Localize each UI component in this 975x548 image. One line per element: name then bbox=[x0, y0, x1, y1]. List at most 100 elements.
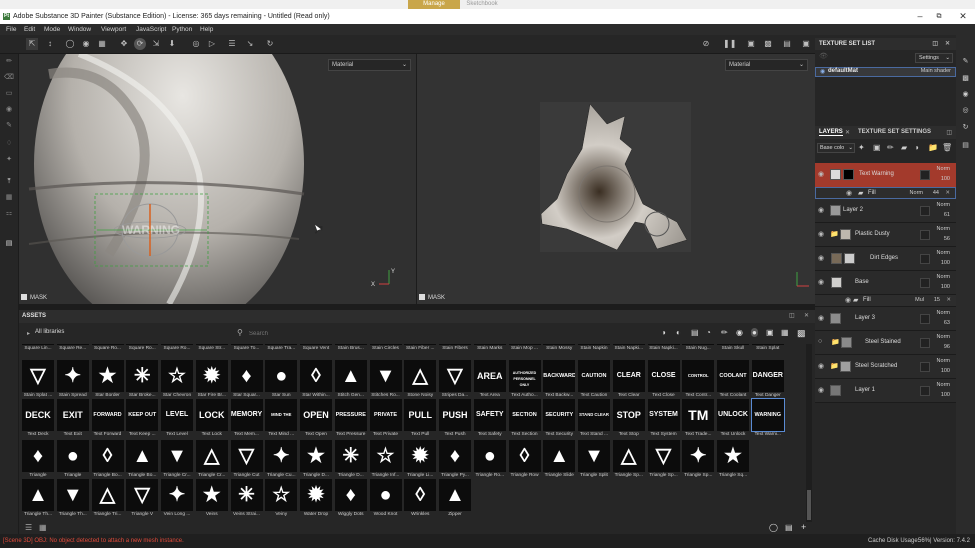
scale-icon[interactable]: ⇲ bbox=[150, 38, 162, 50]
asset-tile[interactable]: ▬Square Lin... bbox=[22, 344, 54, 352]
asset-tile[interactable]: KEEP OUT Text Keep ... bbox=[126, 399, 159, 438]
layer-row[interactable]: ◉ Layer 1 Norm 100 bbox=[815, 379, 956, 403]
asset-tile[interactable]: ▬Stain Nug... bbox=[682, 344, 715, 352]
layer-row[interactable]: ◉ Layer 3 Norm 63 bbox=[815, 307, 956, 331]
asset-tile[interactable]: ▼ Stitches Ro... bbox=[369, 360, 402, 399]
film-icon[interactable]: ▤ bbox=[781, 38, 793, 50]
asset-tile[interactable]: ✹ Star Fire Br... bbox=[195, 360, 228, 399]
asset-tile[interactable]: ▽ Triangle Cut bbox=[230, 440, 263, 479]
asset-tile[interactable]: △ Triangle Cr... bbox=[195, 440, 228, 479]
shader-settings-icon[interactable]: ◎ bbox=[961, 106, 970, 115]
layer-blend-mode[interactable]: Mul bbox=[915, 297, 924, 303]
tree-view-icon[interactable]: ▦ bbox=[39, 523, 47, 532]
layer-row[interactable]: ◉ Dirt Edges Norm 100 bbox=[815, 247, 956, 271]
asset-tile[interactable]: PRESSURE Text Pressure bbox=[334, 399, 367, 438]
asset-tile[interactable]: ▽ Triangle V bbox=[126, 479, 159, 518]
cube-icon[interactable]: ▩ bbox=[762, 38, 774, 50]
view-mode-icon[interactable]: ▩ bbox=[797, 328, 806, 339]
layer-blend-mode[interactable]: Norm bbox=[937, 382, 950, 388]
remove-effect-icon[interactable]: ✕ bbox=[946, 297, 951, 303]
asset-tile[interactable]: ☆ Star Chevron bbox=[161, 360, 193, 399]
asset-tile[interactable]: ▬Square Vent bbox=[300, 344, 332, 352]
layer-opacity[interactable]: 15 bbox=[934, 297, 940, 303]
layer-row[interactable]: ◉ 📁 Plastic Dusty Norm 56 bbox=[815, 223, 956, 247]
asset-tile[interactable]: ▬Stain Fibers bbox=[439, 344, 471, 352]
smudge-icon[interactable]: ✎ bbox=[3, 120, 15, 132]
assets-scrollbar[interactable] bbox=[806, 344, 812, 522]
layer-row[interactable]: ◉ Layer 2 Norm 61 bbox=[815, 199, 956, 223]
asset-tile[interactable]: MIND THE STEPText Mind ... bbox=[265, 399, 298, 438]
asset-tile[interactable]: ▬Square Str... bbox=[195, 344, 228, 352]
asset-tile[interactable]: ● Wood Knot bbox=[369, 479, 402, 518]
layers-icon[interactable]: ◯ bbox=[64, 38, 76, 50]
viewport2d-mask-toggle[interactable]: MASK bbox=[419, 294, 445, 301]
asset-tile[interactable]: ▬Stain Mossy bbox=[543, 344, 576, 352]
layer-visibility-eye-icon[interactable]: ◉ bbox=[818, 254, 826, 262]
asset-tile[interactable]: COOLANT Text Coolant bbox=[717, 360, 749, 399]
layer-visibility-eye-icon[interactable]: ◉ bbox=[818, 170, 826, 178]
float-icon[interactable]: ◫ bbox=[932, 38, 938, 50]
camera-icon[interactable]: ◉ bbox=[80, 38, 92, 50]
layer-opacity[interactable]: 100 bbox=[941, 284, 950, 290]
layer-blend-mode[interactable]: Norm bbox=[937, 226, 950, 232]
layer-opacity[interactable]: 61 bbox=[944, 212, 950, 218]
display-settings-icon[interactable]: ◉ bbox=[961, 90, 970, 99]
asset-tile[interactable]: ▬Stain Brus... bbox=[334, 344, 367, 352]
smart-mask-icon[interactable]: ◑ bbox=[914, 143, 919, 152]
asset-tile[interactable]: STAND CLEAR Text Stand ... bbox=[578, 399, 610, 438]
document-icon[interactable]: ▤ bbox=[3, 238, 15, 250]
fill-layer-icon[interactable]: ▰ bbox=[901, 143, 907, 152]
layer-mask-slot[interactable] bbox=[920, 314, 930, 324]
close-icon[interactable]: ✕ bbox=[945, 38, 950, 50]
render-mode-icon[interactable]: ▣ bbox=[745, 38, 757, 50]
snap-icon[interactable]: ↘ bbox=[244, 38, 256, 50]
projection-icon[interactable]: ▭ bbox=[3, 88, 15, 100]
layer-blend-mode[interactable]: Norm bbox=[937, 334, 950, 340]
layer-visibility-eye-icon[interactable]: ◉ bbox=[846, 189, 854, 197]
layer-visibility-eye-icon[interactable]: ○ bbox=[818, 338, 826, 345]
asset-tile[interactable]: ♦ Wiggly Dots bbox=[334, 479, 367, 518]
layer-mask-slot[interactable] bbox=[920, 386, 930, 396]
folder-icon[interactable]: 📁 bbox=[928, 143, 938, 152]
layer-row[interactable]: ○ 📁 Steel Stained Norm 96 bbox=[815, 331, 956, 355]
list-settings-icon[interactable]: ☰ bbox=[25, 523, 32, 532]
texture-set-icon[interactable]: ▩ bbox=[961, 74, 970, 83]
asset-tile[interactable]: △ Triangle Sp... bbox=[612, 440, 645, 479]
layer-blend-mode[interactable]: Norm bbox=[937, 202, 950, 208]
asset-tile[interactable]: MEMORY Text Mem... bbox=[230, 399, 263, 438]
asset-tile[interactable]: UNLOCK Text Unlock bbox=[717, 399, 749, 438]
pause-icon[interactable]: ❚❚ bbox=[723, 38, 736, 50]
tab-layers[interactable]: LAYERS bbox=[819, 129, 843, 136]
layer-visibility-eye-icon[interactable]: ◉ bbox=[818, 206, 826, 214]
asset-tile[interactable]: ▲ Triangle Slide bbox=[543, 440, 576, 479]
folder-icon[interactable]: 📁 bbox=[830, 230, 839, 238]
asset-tile[interactable]: PUSH Text Push bbox=[439, 399, 471, 438]
asset-tile[interactable]: ◊ Wrinkles bbox=[404, 479, 437, 518]
asset-tile[interactable]: SECTION Text Section bbox=[508, 399, 541, 438]
bake-icon[interactable]: ⤒ bbox=[3, 176, 15, 188]
history-icon[interactable]: ↻ bbox=[264, 38, 276, 50]
float-panel-icon[interactable]: ◫ bbox=[789, 310, 795, 323]
asset-tile[interactable]: ▬Square Ro... bbox=[161, 344, 193, 352]
asset-tile[interactable]: ☆ Veiny bbox=[265, 479, 298, 518]
layer-opacity[interactable]: 100 bbox=[941, 176, 950, 182]
layer-blend-mode[interactable]: Norm bbox=[937, 274, 950, 280]
menu-edit[interactable]: Edit bbox=[24, 24, 35, 35]
asset-tile[interactable]: AUTHORIZED PERSONNEL ONLY Text Autho... bbox=[508, 360, 541, 399]
remove-effect-icon[interactable]: ✕ bbox=[945, 190, 950, 196]
picker-icon[interactable]: ✦ bbox=[3, 154, 15, 166]
edit-properties-icon[interactable]: ✎ bbox=[961, 57, 970, 66]
filter-texture-icon[interactable]: ▤ bbox=[691, 328, 699, 337]
taskbar-tab-manage[interactable]: Manage bbox=[408, 0, 460, 9]
filter-smart-material-icon[interactable]: ◐ bbox=[676, 328, 681, 337]
layer-visibility-eye-icon[interactable]: ◉ bbox=[818, 278, 826, 286]
assets-search-input[interactable] bbox=[249, 328, 549, 339]
asset-tile[interactable]: ◊ Triangle Row bbox=[508, 440, 541, 479]
uv-icon[interactable]: ↕ bbox=[44, 38, 56, 50]
asset-tile[interactable]: ♦ Triangle Py... bbox=[439, 440, 471, 479]
asset-tile[interactable]: CLOSE Text Close bbox=[647, 360, 680, 399]
asset-tile[interactable]: OPEN Text Open bbox=[300, 399, 332, 438]
asset-tile[interactable]: ▲ Triangle Th... bbox=[22, 479, 54, 518]
folder-icon[interactable]: 📁 bbox=[831, 338, 840, 346]
asset-tile[interactable]: ★ Triangle Sq... bbox=[717, 440, 749, 479]
